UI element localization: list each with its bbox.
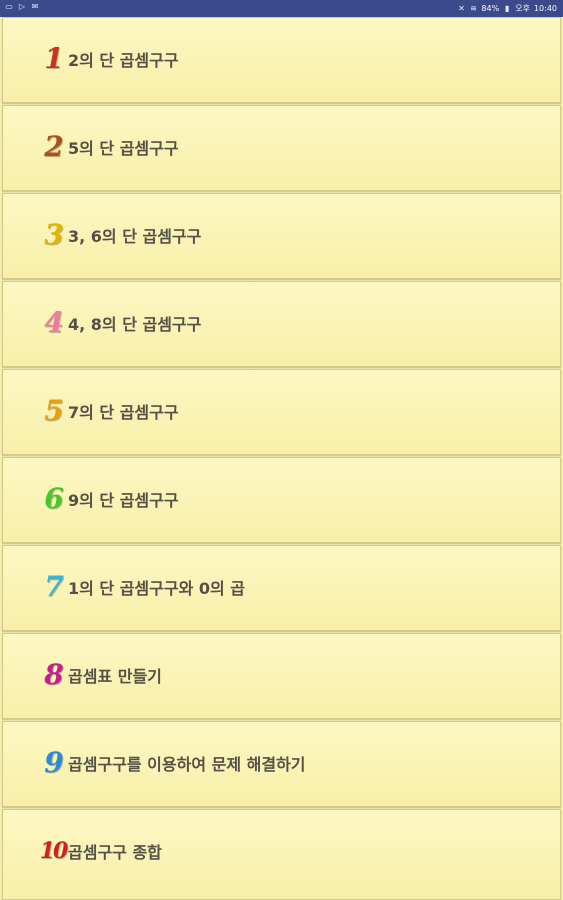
menu-item-2[interactable]: 2 5의 단 곱셈구구	[2, 105, 561, 191]
menu-item-9[interactable]: 9 곱셈구구를 이용하여 문제 해결하기	[2, 721, 561, 807]
menu-item-4[interactable]: 4 4, 8의 단 곱셈구구	[2, 281, 561, 367]
status-bar: ▭ ▷ ✉ ✕ ≋ 84% ▮ 오후 10:40	[0, 0, 563, 17]
mail-icon: ✉	[31, 2, 39, 11]
status-left-icons: ▭ ▷ ✉	[5, 3, 39, 11]
menu-item-label: 곱셈구구 종합	[68, 843, 162, 862]
menu-item-label: 9의 단 곱셈구구	[68, 491, 179, 510]
menu-item-label: 3, 6의 단 곱셈구구	[68, 227, 202, 246]
lesson-list: 1 2의 단 곱셈구구 2 5의 단 곱셈구구 3 3, 6의 단 곱셈구구 4…	[0, 17, 563, 900]
number-2-icon: 2	[44, 130, 64, 163]
menu-item-label: 2의 단 곱셈구구	[68, 51, 179, 70]
menu-item-label: 곱셈구구를 이용하여 문제 해결하기	[68, 755, 306, 774]
menu-item-label: 7의 단 곱셈구구	[68, 403, 179, 422]
menu-item-5[interactable]: 5 7의 단 곱셈구구	[2, 369, 561, 455]
status-right: ✕ ≋ 84% ▮ 오후 10:40	[457, 3, 557, 14]
menu-item-3[interactable]: 3 3, 6의 단 곱셈구구	[2, 193, 561, 279]
menu-item-8[interactable]: 8 곱셈표 만들기	[2, 633, 561, 719]
menu-item-1[interactable]: 1 2의 단 곱셈구구	[2, 17, 561, 103]
number-6-icon: 6	[44, 482, 64, 515]
number-9-icon: 9	[44, 746, 64, 779]
number-4-icon: 4	[44, 306, 64, 339]
number-8-icon: 8	[44, 658, 64, 691]
number-3-icon: 3	[44, 218, 64, 251]
wifi-icon: ≋	[470, 3, 477, 13]
number-1-icon: 1	[44, 42, 64, 75]
number-10-icon: 10	[39, 838, 69, 864]
clock: 10:40	[533, 4, 557, 13]
ampm-label: 오후	[515, 4, 530, 13]
menu-item-label: 4, 8의 단 곱셈구구	[68, 315, 202, 334]
battery-percent: 84%	[481, 4, 500, 13]
menu-item-label: 1의 단 곱셈구구와 0의 곱	[68, 579, 246, 598]
app-icon: ▭	[5, 2, 13, 11]
menu-item-6[interactable]: 6 9의 단 곱셈구구	[2, 457, 561, 543]
number-5-icon: 5	[44, 394, 64, 427]
menu-item-label: 곱셈표 만들기	[68, 667, 162, 686]
play-icon: ▷	[18, 2, 26, 11]
mute-icon: ✕	[458, 3, 465, 13]
menu-item-7[interactable]: 7 1의 단 곱셈구구와 0의 곱	[2, 545, 561, 631]
menu-item-10[interactable]: 10 곱셈구구 종합	[2, 809, 561, 900]
battery-icon: ▮	[505, 3, 510, 13]
number-7-icon: 7	[44, 570, 64, 603]
menu-item-label: 5의 단 곱셈구구	[68, 139, 179, 158]
